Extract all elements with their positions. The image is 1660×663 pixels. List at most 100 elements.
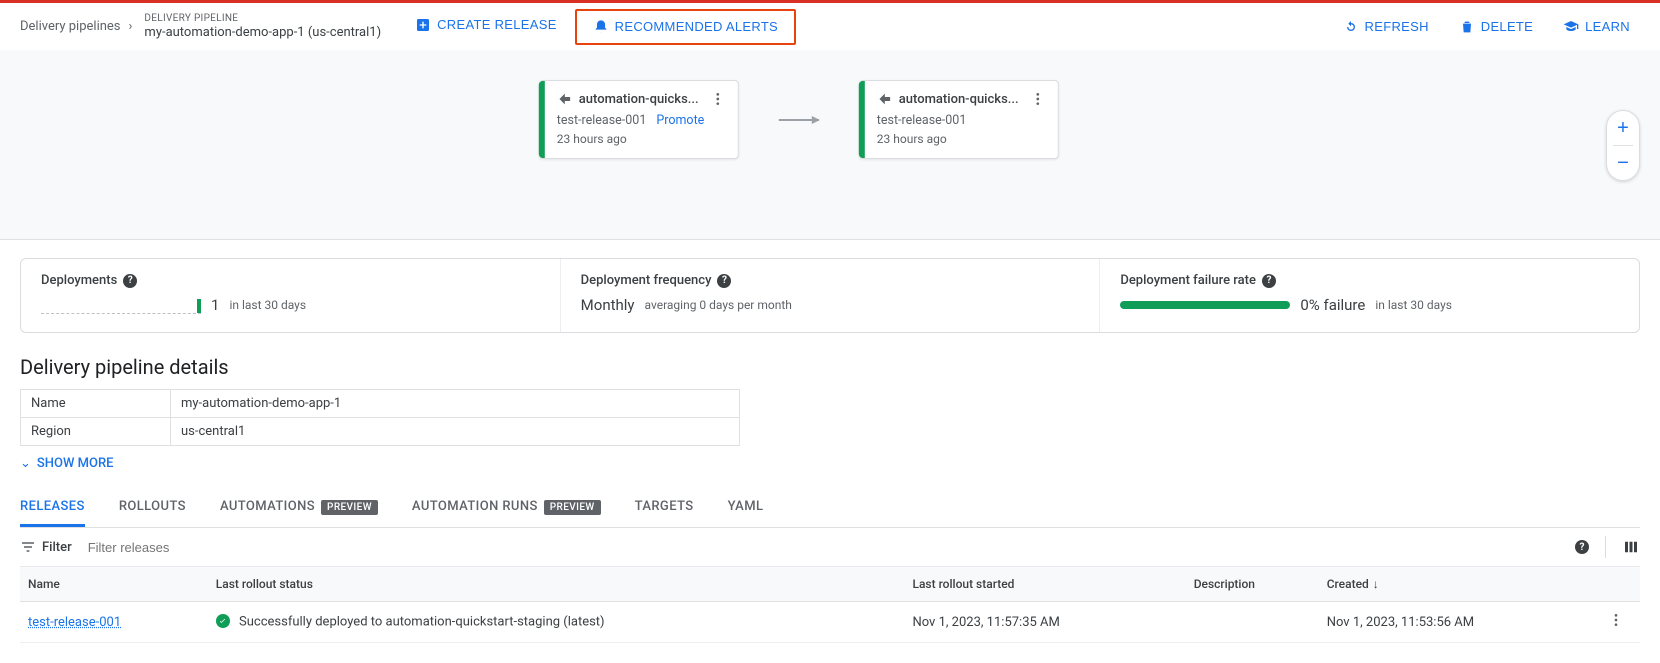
preview-badge: Preview: [321, 500, 378, 515]
details-heading: Delivery pipeline details: [20, 355, 1640, 379]
metric-value: 0% failure: [1300, 296, 1365, 314]
trash-icon: [1459, 19, 1475, 35]
zoom-in-button[interactable]: +: [1606, 111, 1640, 145]
started-cell: Nov 1, 2023, 11:57:35 AM: [904, 602, 1185, 643]
sparkline: [41, 296, 201, 314]
target-icon: [877, 91, 893, 107]
learn-label: Learn: [1585, 19, 1630, 34]
recommended-alerts-label: Recommended alerts: [615, 19, 778, 34]
col-name[interactable]: Name: [20, 567, 208, 602]
chevron-down-icon: ⌄: [20, 456, 31, 471]
breadcrumb-root[interactable]: Delivery pipelines: [20, 19, 121, 34]
filter-bar: Filter ?: [20, 528, 1640, 567]
stage-release: test-release-001: [557, 113, 647, 128]
tab-yaml[interactable]: YAML: [728, 489, 764, 527]
delete-button[interactable]: Delete: [1449, 11, 1543, 43]
created-cell: Nov 1, 2023, 11:53:56 AM: [1319, 602, 1600, 643]
learn-button[interactable]: Learn: [1553, 11, 1640, 43]
recommended-alerts-button[interactable]: Recommended alerts: [583, 11, 788, 43]
filter-label: Filter: [42, 540, 72, 555]
metric-suffix: in last 30 days: [229, 298, 306, 312]
target-icon: [557, 91, 573, 107]
filter-input[interactable]: [86, 539, 1575, 556]
metric-suffix: averaging 0 days per month: [645, 298, 792, 312]
graduation-cap-icon: [1563, 19, 1579, 35]
metric-value: Monthly: [581, 296, 635, 314]
tab-targets[interactable]: Targets: [635, 489, 694, 527]
detail-row: Name my-automation-demo-app-1: [21, 390, 740, 418]
col-started[interactable]: Last rollout started: [904, 567, 1185, 602]
tab-releases[interactable]: Releases: [20, 489, 85, 527]
metric-title: Deployment frequency: [581, 273, 712, 288]
stage-name: automation-quicks...: [899, 92, 1024, 107]
tab-label: Automation runs: [412, 499, 538, 514]
releases-table: Name Last rollout status Last rollout st…: [20, 567, 1640, 643]
metric-title: Deployment failure rate: [1120, 273, 1256, 288]
columns-icon[interactable]: [1622, 538, 1640, 556]
metric-failure: Deployment failure rate ? 0% failure in …: [1100, 259, 1639, 332]
tab-automation-runs[interactable]: Automation runsPreview: [412, 489, 601, 527]
zoom-control: + −: [1606, 110, 1640, 181]
kebab-icon[interactable]: [1608, 612, 1624, 628]
refresh-icon: [1343, 19, 1359, 35]
success-icon: [216, 614, 230, 628]
bell-add-icon: [593, 19, 609, 35]
pipeline-stage[interactable]: automation-quicks... test-release-001 Pr…: [539, 80, 739, 159]
pipeline-canvas[interactable]: automation-quicks... test-release-001 Pr…: [0, 50, 1660, 240]
breadcrumb: Delivery pipelines › DELIVERY PIPELINE m…: [20, 13, 381, 41]
stage-arrow-icon: [779, 119, 819, 121]
stage-name: automation-quicks...: [579, 92, 704, 107]
metric-value: 1: [211, 296, 219, 314]
breadcrumb-title: my-automation-demo-app-1 (us-central1): [144, 25, 381, 41]
col-status[interactable]: Last rollout status: [208, 567, 905, 602]
description-cell: [1186, 602, 1319, 643]
help-icon[interactable]: ?: [717, 274, 731, 288]
sort-desc-icon: ↓: [1373, 577, 1379, 591]
metric-frequency: Deployment frequency ? Monthly averaging…: [561, 259, 1101, 332]
help-icon[interactable]: ?: [1262, 274, 1276, 288]
help-icon[interactable]: ?: [123, 274, 137, 288]
table-row[interactable]: test-release-001 Successfully deployed t…: [20, 602, 1640, 643]
zoom-out-button[interactable]: −: [1606, 146, 1640, 180]
col-description[interactable]: Description: [1186, 567, 1319, 602]
tab-automations[interactable]: Automations Preview: [220, 489, 378, 527]
show-more-label: Show more: [37, 456, 114, 471]
refresh-button[interactable]: Refresh: [1333, 11, 1439, 43]
status-text: Successfully deployed to automation-quic…: [239, 615, 605, 630]
refresh-label: Refresh: [1365, 19, 1429, 34]
metric-title: Deployments: [41, 273, 117, 288]
help-icon[interactable]: ?: [1575, 540, 1589, 554]
toolbar: Delivery pipelines › DELIVERY PIPELINE m…: [0, 0, 1660, 50]
create-release-button[interactable]: Create release: [405, 9, 567, 41]
kebab-icon[interactable]: [1030, 91, 1046, 107]
recommended-alerts-highlight: Recommended alerts: [575, 9, 796, 45]
stage-age: 23 hours ago: [877, 132, 1046, 146]
stage-release: test-release-001: [877, 113, 967, 128]
stage-age: 23 hours ago: [557, 132, 726, 146]
detail-value: my-automation-demo-app-1: [171, 390, 740, 418]
kebab-icon[interactable]: [710, 91, 726, 107]
tab-label: Rollouts: [119, 499, 186, 514]
tab-label: Automations: [220, 499, 315, 514]
release-link[interactable]: test-release-001: [28, 615, 121, 630]
breadcrumb-kicker: DELIVERY PIPELINE: [144, 13, 381, 25]
tab-rollouts[interactable]: Rollouts: [119, 489, 186, 527]
col-created[interactable]: Created ↓: [1319, 567, 1600, 602]
create-release-label: Create release: [437, 17, 557, 32]
pipeline-stage[interactable]: automation-quicks... test-release-001 23…: [859, 80, 1059, 159]
promote-link[interactable]: Promote: [656, 113, 704, 128]
filter-icon: [20, 539, 36, 555]
metric-suffix: in last 30 days: [1375, 298, 1452, 312]
tab-label: Releases: [20, 499, 85, 514]
tabs: Releases Rollouts Automations Preview Aut…: [20, 489, 1640, 528]
detail-key: Region: [21, 418, 171, 446]
chevron-right-icon: ›: [129, 19, 133, 34]
tab-label: YAML: [728, 499, 764, 514]
col-label: Created: [1327, 577, 1369, 591]
add-box-icon: [415, 17, 431, 33]
show-more-button[interactable]: ⌄ Show more: [20, 456, 1640, 471]
metrics-panel: Deployments ? 1 in last 30 days Deployme…: [20, 258, 1640, 333]
failure-bar: [1120, 301, 1290, 309]
details-table: Name my-automation-demo-app-1 Region us-…: [20, 389, 740, 446]
detail-row: Region us-central1: [21, 418, 740, 446]
